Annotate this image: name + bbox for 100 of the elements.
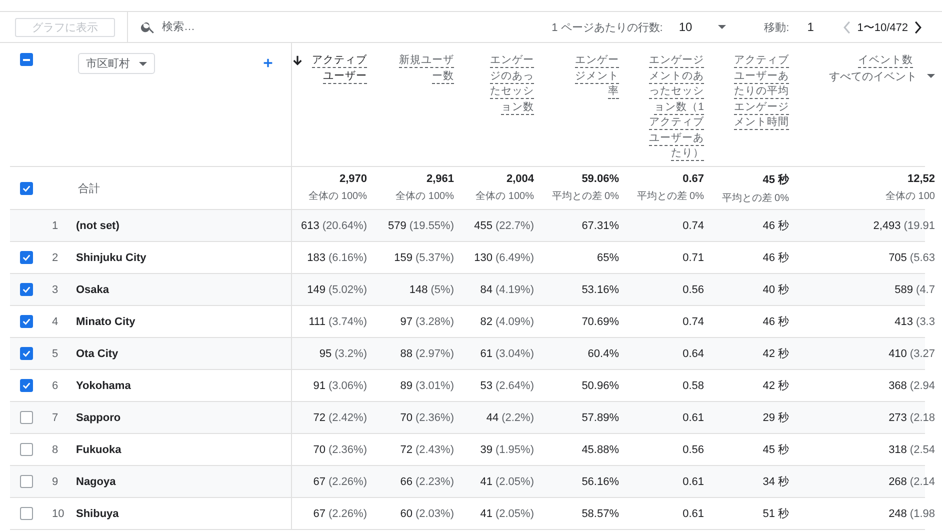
table-cell-text: 42 秒	[762, 379, 789, 393]
table-cell: 410 (3.27	[888, 348, 935, 360]
go-to-field[interactable]: 1	[807, 20, 838, 34]
table-cell: 65%	[596, 252, 619, 264]
column-header[interactable]: エンゲージメント率	[570, 53, 619, 100]
table-cell: 67 (2.26%)	[313, 476, 367, 488]
table-cell: 91 (3.06%)	[313, 380, 367, 392]
table-cell: 318 (2.54	[888, 444, 935, 456]
dimension-dropdown[interactable]: 市区町村	[78, 53, 155, 74]
row-number: 8	[52, 444, 58, 456]
table-cell: 0.56	[682, 444, 704, 456]
table-cell: 67.31%	[582, 220, 619, 232]
column-header[interactable]: アクティブユーザー	[307, 53, 367, 84]
total-value: 2,004	[506, 173, 534, 185]
table-cell: 39 (1.95%)	[480, 444, 534, 456]
total-note: 全体の 100	[886, 190, 935, 203]
total-note: 平均との差 0%	[636, 190, 704, 203]
table-cell: 613 (20.64%)	[301, 220, 367, 232]
city-name: Minato City	[76, 316, 136, 328]
table-cell: 41 (2.05%)	[480, 508, 534, 520]
table-cell: 50.96%	[582, 380, 619, 392]
row-number: 9	[52, 476, 58, 488]
city-name: Nagoya	[76, 476, 116, 488]
table-cell: 579 (19.55%)	[388, 220, 454, 232]
table-cell: 0.71	[682, 252, 704, 264]
city-name: Yokohama	[76, 380, 131, 392]
table-cell: 89 (3.01%)	[400, 380, 454, 392]
table-cell: 0.74	[682, 316, 704, 328]
table-cell: 273 (2.18	[888, 412, 935, 424]
row-number: 5	[52, 348, 58, 360]
table-cell: 60.4%	[588, 348, 619, 360]
table-cell: 0.56	[682, 284, 704, 296]
city-name: Fukuoka	[76, 444, 122, 456]
table-cell-text: 40 秒	[762, 283, 789, 297]
table-cell: 72 (2.42%)	[313, 412, 367, 424]
column-header[interactable]: アクティブユーザーあたりの平均エンゲージメント時間	[729, 53, 789, 130]
table-cell-text: 29 秒	[762, 411, 789, 425]
column-header[interactable]: エンゲージのあったセッション数	[486, 53, 534, 115]
table-cell: 70 (2.36%)	[313, 444, 367, 456]
total-note: 全体の 100%	[308, 190, 367, 203]
table-cell-text: 46 秒	[762, 315, 789, 329]
total-value: 0.67	[682, 173, 704, 185]
table-cell: 95 (3.2%)	[319, 348, 367, 360]
row-number: 1	[52, 220, 58, 232]
table-cell: 130 (6.49%)	[474, 252, 534, 264]
table-cell-text: 42 秒	[762, 347, 789, 361]
table-cell: 66 (2.23%)	[400, 476, 454, 488]
event-filter-dropdown[interactable]: すべてのイベント	[829, 68, 935, 84]
table-cell: 111 (3.74%)	[308, 316, 367, 328]
city-name: (not set)	[76, 220, 120, 232]
table-cell: 53 (2.64%)	[480, 380, 534, 392]
table-cell: 72 (2.43%)	[400, 444, 454, 456]
table-cell: 2,493 (19.91	[873, 220, 935, 232]
city-name: Shibuya	[76, 508, 119, 520]
table-cell: 589 (4.7	[894, 284, 935, 296]
table-cell: 61 (3.04%)	[480, 348, 534, 360]
row-number: 10	[52, 508, 64, 520]
table-cell: 183 (6.16%)	[307, 252, 367, 264]
table-cell: 0.61	[682, 476, 704, 488]
city-name: Sapporo	[76, 412, 121, 424]
column-header[interactable]: イベント数	[858, 53, 913, 68]
table-cell: 70 (2.36%)	[400, 412, 454, 424]
row-number: 4	[52, 316, 58, 328]
table-cell: 268 (2.14	[888, 476, 935, 488]
table-cell: 368 (2.94	[888, 380, 935, 392]
table-cell: 67 (2.26%)	[313, 508, 367, 520]
table-cell-text: 46 秒	[762, 251, 789, 265]
table-cell: 56.16%	[582, 476, 619, 488]
total-note: 全体の 100%	[396, 190, 454, 203]
city-name: Shinjuku City	[76, 252, 146, 264]
column-header[interactable]: エンゲージメントのあったセッション数（1アクティブユーザーあたり）	[644, 53, 704, 162]
city-name: Ota City	[76, 348, 118, 360]
page-range: 1〜10/472	[857, 20, 908, 34]
table-cell: 248 (1.98	[888, 508, 935, 520]
table-cell: 41 (2.05%)	[480, 476, 534, 488]
table-cell: 97 (3.28%)	[400, 316, 454, 328]
go-to-label: 移動:	[764, 20, 790, 34]
table-cell: 88 (2.97%)	[400, 348, 454, 360]
table-cell: 0.61	[682, 508, 704, 520]
table-cell: 159 (5.37%)	[394, 252, 454, 264]
table-cell-text: 51 秒	[762, 507, 789, 521]
table-cell: 413 (3.3	[894, 316, 935, 328]
totals-label: 合計	[78, 182, 100, 196]
table-cell-text: 45 秒	[762, 443, 789, 457]
row-number: 7	[52, 412, 58, 424]
total-value: 2,961	[426, 173, 454, 185]
total-note: 平均との差 0%	[552, 190, 619, 203]
table-cell: 44 (2.2%)	[486, 412, 534, 424]
table-cell: 57.89%	[582, 412, 619, 424]
total-note: 全体の 100%	[476, 190, 534, 203]
table-cell-text: 34 秒	[762, 475, 789, 489]
table-cell: 0.74	[682, 220, 704, 232]
table-cell-text: 46 秒	[762, 219, 789, 233]
total-value: 2,970	[339, 173, 367, 185]
row-number: 6	[52, 380, 58, 392]
table-cell: 58.57%	[582, 508, 619, 520]
rows-per-page-select[interactable]: 10	[676, 18, 728, 36]
table-cell: 82 (4.09%)	[480, 316, 534, 328]
column-header[interactable]: 新規ユーザー数	[394, 53, 454, 84]
table-cell: 84 (4.19%)	[480, 284, 534, 296]
